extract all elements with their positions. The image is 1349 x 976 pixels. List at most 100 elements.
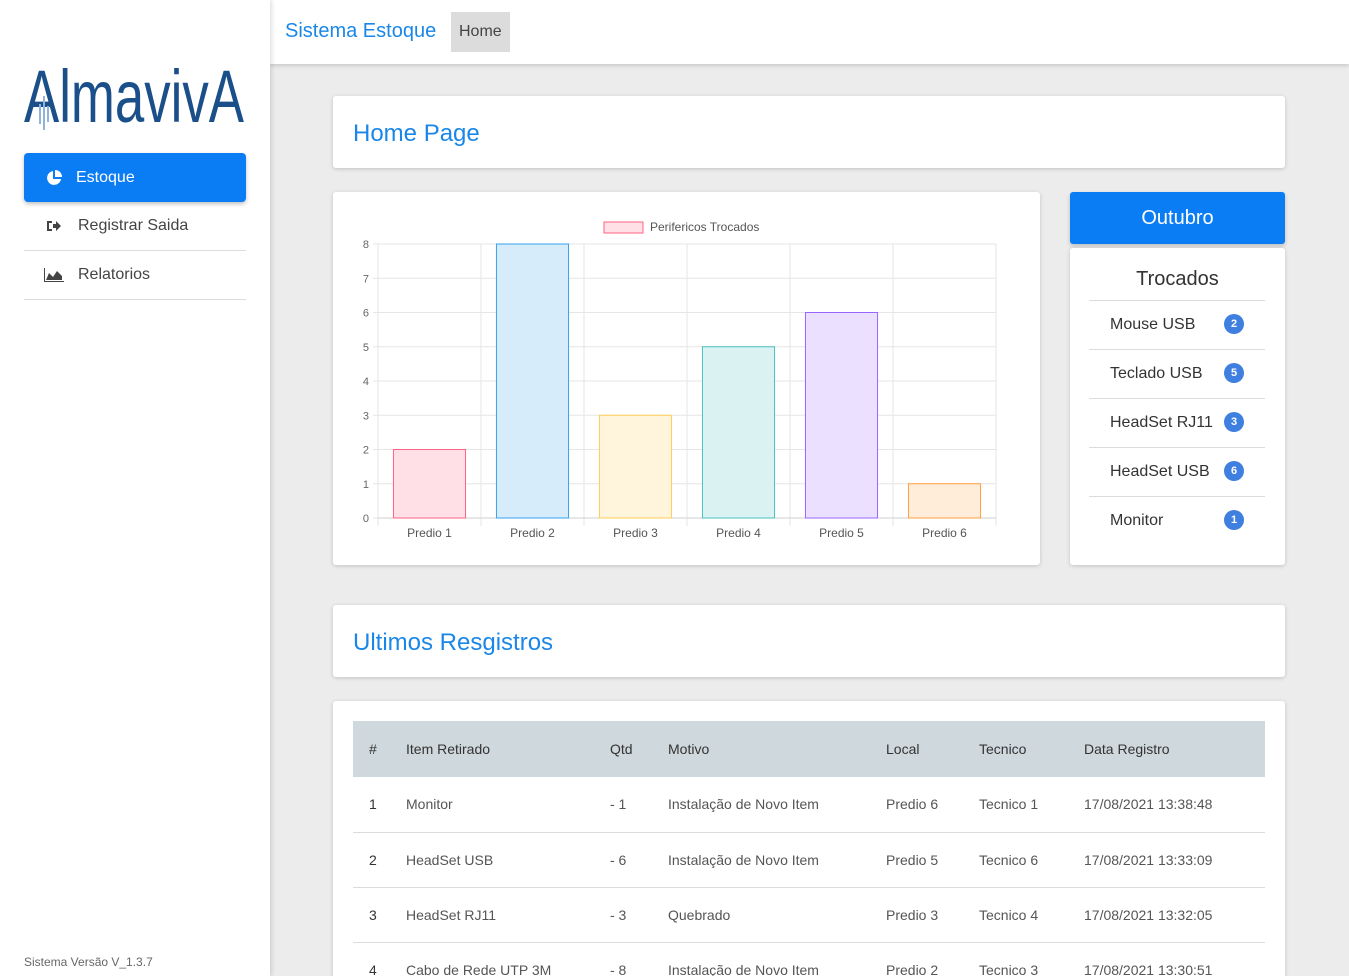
table-cell: Monitor	[390, 777, 594, 833]
table-cell: Instalação de Novo Item	[652, 832, 870, 888]
count-badge: 5	[1224, 363, 1244, 383]
table-row[interactable]: 4 Cabo de Rede UTP 3M - 8 Instalação de …	[353, 942, 1265, 976]
records-title-card: Ultimos Resgistros	[333, 605, 1285, 677]
table-cell: Tecnico 4	[963, 887, 1068, 943]
item-label: Teclado USB	[1110, 365, 1203, 382]
column-header[interactable]: Local	[870, 721, 963, 777]
column-header[interactable]: Qtd	[594, 721, 652, 777]
column-header[interactable]: Item Retirado	[390, 721, 594, 777]
x-tick-label: Predio 2	[510, 526, 555, 540]
list-item: Mouse USB 2	[1089, 300, 1265, 349]
page-title: Home Page	[353, 120, 480, 147]
sidebar-item-registrar-saida[interactable]: Registrar Saida	[24, 202, 246, 251]
list-item: Monitor 1	[1089, 496, 1265, 545]
brand-title[interactable]: Sistema Estoque	[285, 20, 436, 43]
column-header[interactable]: #	[353, 721, 390, 777]
item-label: HeadSet USB	[1110, 463, 1210, 480]
table-header-row: # Item Retirado Qtd Motivo Local Tecnico…	[353, 721, 1265, 777]
records-table: # Item Retirado Qtd Motivo Local Tecnico…	[353, 721, 1265, 976]
table-cell: 17/08/2021 13:38:48	[1068, 777, 1265, 833]
table-cell: Tecnico 1	[963, 777, 1068, 833]
table-cell: 17/08/2021 13:33:09	[1068, 832, 1265, 888]
list-item: HeadSet USB 6	[1089, 447, 1265, 496]
table-cell: Quebrado	[652, 887, 870, 943]
sidebar-nav: Estoque Registrar Saida Relatorios	[24, 153, 246, 300]
y-tick-label: 1	[363, 479, 369, 491]
count-badge: 6	[1224, 461, 1244, 481]
table-cell: - 3	[594, 887, 652, 943]
column-header[interactable]: Motivo	[652, 721, 870, 777]
table-cell: HeadSet RJ11	[390, 887, 594, 943]
table-cell: - 1	[594, 777, 652, 833]
sidebar-item-estoque[interactable]: Estoque	[24, 153, 246, 202]
y-tick-label: 4	[363, 376, 369, 388]
column-header[interactable]: Data Registro	[1068, 721, 1265, 777]
area-chart-icon	[44, 268, 64, 282]
x-tick-label: Predio 6	[922, 526, 967, 540]
table-cell: Predio 6	[870, 777, 963, 833]
table-cell: 17/08/2021 13:32:05	[1068, 887, 1265, 943]
table-row[interactable]: 2 HeadSet USB - 6 Instalação de Novo Ite…	[353, 832, 1265, 888]
table-cell: 3	[353, 887, 390, 943]
bar-chart: 0 1 2 3 4 5 6 7 8 Predio 1 Predio 2 Predio 3 Predio …	[363, 220, 997, 540]
chart-card: 0 1 2 3 4 5 6 7 8 Predio 1 Predio 2 Predio 3 Predio …	[333, 192, 1040, 565]
x-tick-label: Predio 5	[819, 526, 864, 540]
trocados-list: Mouse USB 2 Teclado USB 5 HeadSet RJ11 3…	[1089, 300, 1265, 545]
table-cell: HeadSet USB	[390, 832, 594, 888]
y-tick-label: 3	[363, 410, 369, 422]
table-row[interactable]: 1 Monitor - 1 Instalação de Novo Item Pr…	[353, 777, 1265, 833]
pie-chart-icon	[44, 169, 64, 186]
count-badge: 1	[1224, 510, 1244, 530]
table-cell: Instalação de Novo Item	[652, 942, 870, 976]
y-tick-label: 7	[363, 273, 369, 285]
logo-text: AlmavivA	[24, 55, 244, 130]
y-tick-label: 2	[363, 445, 369, 457]
legend-label: Perifericos Trocados	[650, 220, 759, 234]
bar-predio-6	[907, 483, 982, 519]
column-header[interactable]: Tecnico	[963, 721, 1068, 777]
x-tick-label: Predio 4	[716, 526, 761, 540]
section-title: Ultimos Resgistros	[353, 629, 554, 656]
item-label: Mouse USB	[1110, 316, 1196, 333]
almaviva-logo[interactable]: AlmavivA	[24, 46, 246, 130]
table-cell: Predio 3	[870, 887, 963, 943]
list-item: HeadSet RJ11 3	[1089, 398, 1265, 447]
records-table-card: # Item Retirado Qtd Motivo Local Tecnico…	[333, 701, 1285, 976]
y-tick-label: 8	[363, 239, 369, 251]
trocados-title: Trocados	[1136, 268, 1219, 290]
legend-swatch	[603, 221, 644, 234]
table-cell: Tecnico 6	[963, 832, 1068, 888]
bar-predio-4	[701, 346, 776, 519]
sign-out-icon	[44, 219, 64, 233]
breadcrumb-home[interactable]: Home	[451, 12, 510, 52]
x-tick-label: Predio 3	[613, 526, 658, 540]
count-badge: 2	[1224, 314, 1244, 334]
table-cell: 2	[353, 832, 390, 888]
sidebar-item-relatorios[interactable]: Relatorios	[24, 251, 246, 300]
table-cell: - 6	[594, 832, 652, 888]
item-label: HeadSet RJ11	[1110, 414, 1213, 431]
month-button[interactable]: Outubro	[1070, 192, 1285, 244]
table-row[interactable]: 3 HeadSet RJ11 - 3 Quebrado Predio 3 Tec…	[353, 887, 1265, 943]
sidebar-item-label: Estoque	[76, 168, 135, 186]
bar-predio-3	[598, 414, 673, 519]
top-bar: Sistema Estoque Home	[270, 0, 1349, 64]
table-cell: Predio 5	[870, 832, 963, 888]
table-cell: 1	[353, 777, 390, 833]
table-cell: Predio 2	[870, 942, 963, 976]
table-cell: Instalação de Novo Item	[652, 777, 870, 833]
bar-predio-1	[392, 449, 467, 519]
trocados-card: Trocados Mouse USB 2 Teclado USB 5 HeadS…	[1070, 248, 1285, 565]
list-item: Teclado USB 5	[1089, 349, 1265, 398]
table-cell: Cabo de Rede UTP 3M	[390, 942, 594, 976]
item-label: Monitor	[1110, 512, 1164, 529]
sidebar-item-label: Registrar Saida	[78, 217, 189, 234]
sidebar: AlmavivA Estoque Registrar Saida Relator…	[0, 0, 270, 976]
table-cell: Tecnico 3	[963, 942, 1068, 976]
y-tick-label: 6	[363, 308, 369, 320]
y-tick-label: 5	[363, 342, 369, 354]
home-title-card: Home Page	[333, 96, 1285, 168]
table-cell: - 8	[594, 942, 652, 976]
y-tick-label: 0	[363, 513, 369, 525]
count-badge: 3	[1224, 412, 1244, 432]
